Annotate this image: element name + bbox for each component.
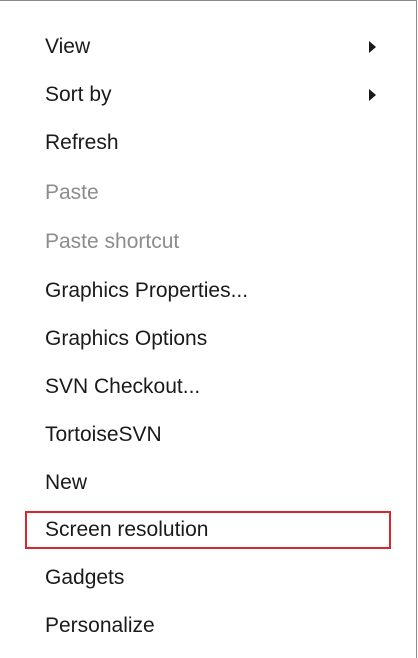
menu-item-paste: Paste	[0, 171, 416, 215]
menu-item-label: Graphics Properties...	[45, 279, 249, 302]
menu-item-label: Paste shortcut	[45, 230, 180, 253]
menu-item-label: Refresh	[45, 131, 119, 154]
menu-item-sort-by[interactable]: Sort by	[0, 73, 416, 117]
menu-item-view[interactable]: View	[0, 25, 416, 69]
menu-item-personalize[interactable]: Personalize	[0, 604, 416, 648]
menu-item-graphics-options[interactable]: Graphics Options	[0, 317, 416, 361]
menu-item-label: TortoiseSVN	[45, 423, 162, 446]
menu-item-refresh[interactable]: Refresh	[0, 121, 416, 165]
menu-item-paste-shortcut: Paste shortcut	[0, 220, 416, 264]
menu-item-label: Gadgets	[45, 566, 125, 589]
menu-item-label: Sort by	[45, 83, 112, 106]
menu-item-screen-resolution[interactable]: Screen resolution	[0, 508, 416, 552]
submenu-arrow-icon	[369, 89, 376, 101]
menu-item-svn-checkout[interactable]: SVN Checkout...	[0, 365, 416, 409]
menu-item-label: View	[45, 35, 91, 58]
menu-item-label: Graphics Options	[45, 327, 208, 350]
menu-item-label: Paste	[45, 181, 99, 204]
menu-item-label: Personalize	[45, 614, 155, 637]
submenu-arrow-icon	[369, 41, 376, 53]
menu-item-label: SVN Checkout...	[45, 375, 201, 398]
menu-item-graphics-properties[interactable]: Graphics Properties...	[0, 269, 416, 313]
menu-item-tortoisesvn[interactable]: TortoiseSVN	[0, 413, 416, 457]
menu-item-label: Screen resolution	[45, 518, 209, 541]
menu-item-new[interactable]: New	[0, 461, 416, 505]
menu-item-gadgets[interactable]: Gadgets	[0, 556, 416, 600]
menu-item-label: New	[45, 471, 88, 494]
desktop-context-menu: View Sort by Refresh Paste Paste shortcu…	[0, 0, 417, 658]
